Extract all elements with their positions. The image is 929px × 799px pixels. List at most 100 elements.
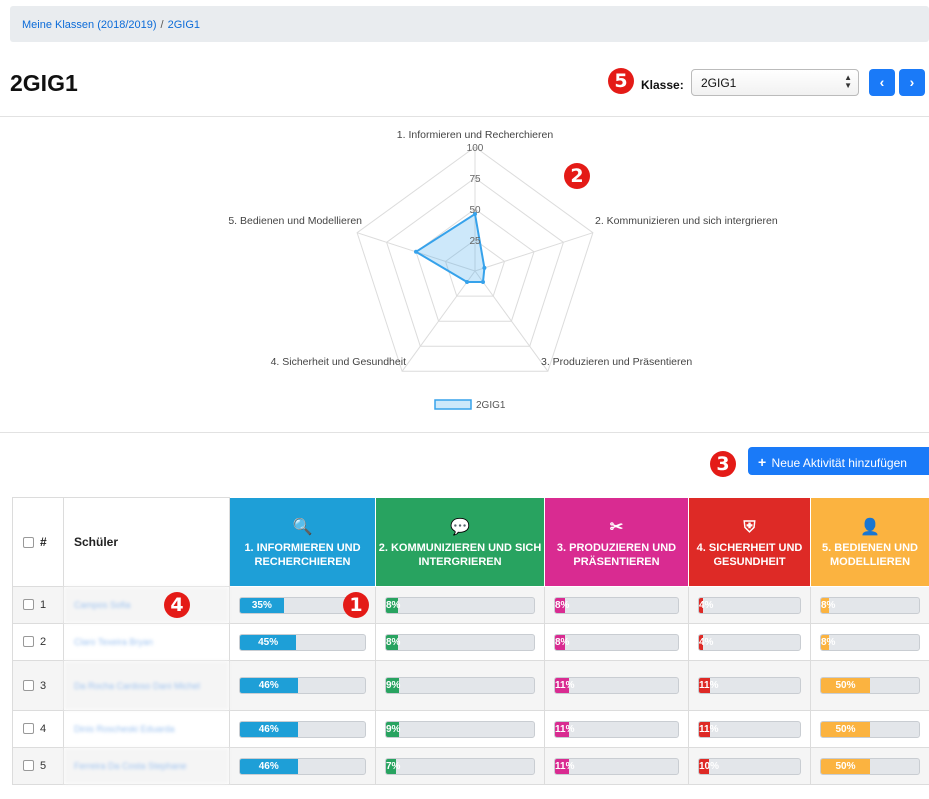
progress-bar: 11% xyxy=(554,757,679,775)
tools-icon: ✂ xyxy=(609,519,624,536)
radar-legend: 2GIG1 xyxy=(434,399,506,411)
plus-icon: + xyxy=(758,454,767,470)
annotation-badge-4: 4 xyxy=(164,592,190,618)
progress-cell: 46% xyxy=(229,710,376,748)
radar-tick-label: 25 xyxy=(469,236,481,247)
progress-fill: 9% xyxy=(386,721,401,737)
progress-bar: 50% xyxy=(820,757,920,775)
progress-bar: 46% xyxy=(239,757,366,775)
row-number-cell: 5 xyxy=(12,747,64,785)
progress-cell: 11% xyxy=(544,660,689,711)
add-activity-button[interactable]: + Neue Aktivität hinzufügen xyxy=(748,447,929,475)
row-checkbox[interactable] xyxy=(23,599,34,610)
row-number-cell: 2 xyxy=(12,623,64,661)
progress-fill: 50% xyxy=(821,721,870,737)
search-icon: 🔍 xyxy=(292,519,313,536)
table-row: 5 Ferreira Da Costa Stephane 46% 7% 11% 10% 50… xyxy=(12,747,929,785)
progress-bar: 9% xyxy=(385,677,535,694)
legend-swatch xyxy=(434,399,472,410)
table-row: 1 Campos Sofia 35% 8% 8% 4% 8% xyxy=(12,586,929,624)
progress-bar: 50% xyxy=(820,677,920,694)
progress-bar: 11% xyxy=(698,677,801,694)
select-arrows-icon: ▲ ▼ xyxy=(844,73,852,90)
progress-bar: 9% xyxy=(385,720,535,738)
progress-bar: 4% xyxy=(698,596,801,614)
breadcrumb-link-classes[interactable]: Meine Klassen (2018/2019) xyxy=(22,19,157,31)
progress-cell: 8% xyxy=(375,623,545,661)
chat-icon: 💬 xyxy=(450,519,470,536)
progress-fill: 10% xyxy=(699,758,720,774)
radar-series-area xyxy=(414,212,486,283)
progress-fill: 4% xyxy=(699,597,714,613)
competency-table: # Schüler 🔍 1. Informieren und Recherchie… xyxy=(12,497,929,785)
progress-fill: 50% xyxy=(821,678,870,693)
header-competency-4[interactable]: ⛨ 4. Sicherheit und Gesundheit xyxy=(688,497,811,587)
progress-cell: 50% xyxy=(810,660,929,711)
table-body: 1 Campos Sofia 35% 8% 8% 4% 8% 2 Claro Texeira B… xyxy=(12,586,929,785)
header-competency-3[interactable]: ✂ 3. Produzieren und Präsentieren xyxy=(544,497,689,587)
header-competency-label: 4. Sicherheit und Gesundheit xyxy=(696,542,803,568)
student-name-link[interactable]: Ferreira Da Costa Stephane xyxy=(63,747,230,785)
progress-cell: 7% xyxy=(375,747,545,785)
student-name-link[interactable]: Dinis Roscheski Eduarda xyxy=(63,710,230,748)
progress-fill: 8% xyxy=(555,597,570,613)
progress-bar: 8% xyxy=(554,596,679,614)
table-header: # Schüler 🔍 1. Informieren und Recherchie… xyxy=(12,497,929,587)
select-all-checkbox[interactable] xyxy=(23,537,34,548)
user-gear-icon: 👤 xyxy=(860,519,880,536)
progress-bar: 10% xyxy=(698,757,801,775)
progress-cell: 8% xyxy=(375,586,545,624)
radar-point xyxy=(481,280,485,284)
shield-icon: ⛨ xyxy=(743,519,756,536)
radar-tick-label: 75 xyxy=(469,174,481,185)
radar-axis-label: 3. Produzieren und Präsentieren xyxy=(541,356,692,368)
progress-fill: 11% xyxy=(699,721,719,737)
header-student[interactable]: Schüler xyxy=(63,497,230,587)
progress-fill: 11% xyxy=(555,678,575,693)
progress-fill: 35% xyxy=(240,597,284,613)
radar-spoke xyxy=(474,232,594,272)
row-checkbox[interactable] xyxy=(23,723,34,734)
prev-class-button[interactable]: ‹ xyxy=(869,69,895,96)
next-class-button[interactable]: › xyxy=(899,69,925,96)
progress-cell: 46% xyxy=(229,747,376,785)
header-competency-2[interactable]: 💬 2. Kommunizieren und sich intergrieren xyxy=(375,497,545,587)
radar-axis-label: 2. Kommunizieren und sich intergrieren xyxy=(595,215,778,227)
row-number: 2 xyxy=(40,636,47,648)
progress-fill: 4% xyxy=(699,634,714,650)
chevron-right-icon: › xyxy=(909,74,915,90)
row-checkbox[interactable] xyxy=(23,760,34,771)
radar-axis-labels: 1. Informieren und Recherchieren 2. Kommu… xyxy=(228,129,778,368)
annotation-badge-3: 3 xyxy=(710,451,736,477)
row-number: 3 xyxy=(40,679,47,692)
header-competency-1[interactable]: 🔍 1. Informieren und Recherchieren xyxy=(229,497,376,587)
progress-bar: 46% xyxy=(239,720,366,738)
row-checkbox[interactable] xyxy=(23,636,34,647)
header-competency-5[interactable]: 👤 5. Bedienen und Modellieren xyxy=(810,497,929,587)
row-checkbox[interactable] xyxy=(23,679,34,691)
divider-top xyxy=(0,116,929,117)
class-select[interactable]: 2GIG1 ▲ ▼ xyxy=(691,69,859,96)
student-name-link[interactable]: Da Rocha Cardoso Dani Michel xyxy=(63,660,230,711)
student-name-link[interactable]: Campos Sofia xyxy=(63,586,230,624)
progress-fill: 8% xyxy=(821,634,836,650)
progress-cell: 9% xyxy=(375,660,545,711)
row-number: 1 xyxy=(40,599,47,611)
annotation-badge-5: 5 xyxy=(608,68,634,94)
radar-axis-label: 5. Bedienen und Modellieren xyxy=(228,215,362,227)
progress-fill: 7% xyxy=(386,758,401,774)
progress-cell: 50% xyxy=(810,747,929,785)
progress-cell: 9% xyxy=(375,710,545,748)
progress-bar: 8% xyxy=(820,596,920,614)
breadcrumb-current[interactable]: 2GIG1 xyxy=(168,19,200,31)
divider-chart xyxy=(0,432,929,433)
progress-bar: 8% xyxy=(554,633,679,651)
progress-bar: 8% xyxy=(820,633,920,651)
progress-cell: 8% xyxy=(544,623,689,661)
radar-axis-label: 4. Sicherheit und Gesundheit xyxy=(271,356,407,368)
annotation-badge-2: 2 xyxy=(564,163,590,189)
student-name-link[interactable]: Claro Texeira Bryan xyxy=(63,623,230,661)
radar-series xyxy=(414,212,487,284)
legend-label: 2GIG1 xyxy=(476,400,506,411)
progress-bar: 8% xyxy=(385,596,535,614)
